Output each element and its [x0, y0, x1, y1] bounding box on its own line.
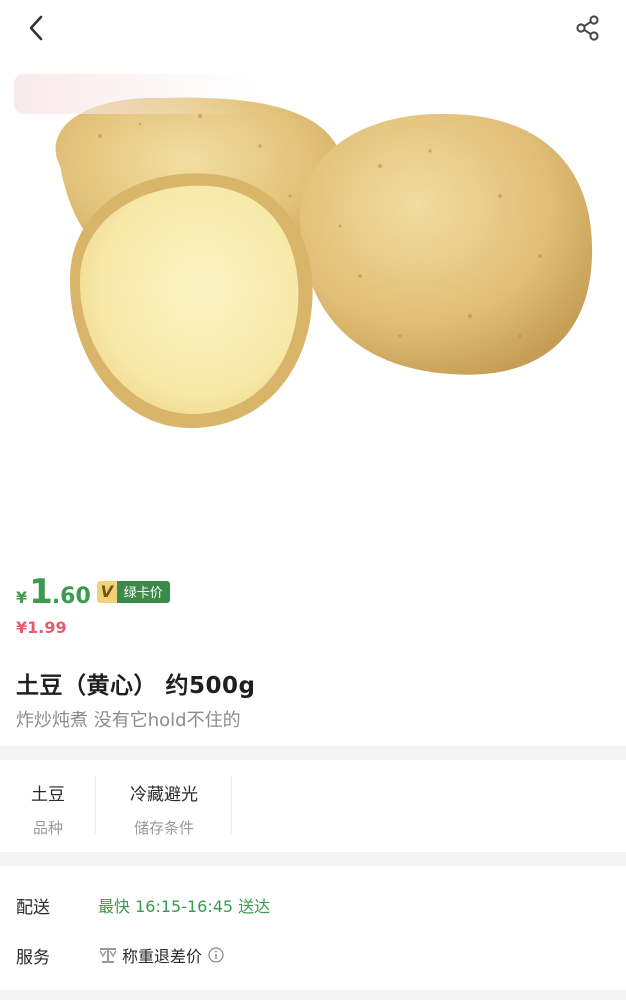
- delivery-label: 配送: [16, 897, 50, 918]
- section-divider: [0, 746, 626, 760]
- badge-label: 绿卡价: [116, 580, 170, 603]
- chevron-left-icon: [29, 15, 43, 41]
- vip-icon: V: [96, 580, 117, 603]
- attribute-storage: 冷藏避光 储存条件: [96, 760, 232, 852]
- product-attributes: 土豆 品种 冷藏避光 储存条件: [0, 760, 626, 852]
- section-divider: [0, 990, 626, 1000]
- service-text: 称重退差价: [122, 947, 203, 966]
- price-decimal: .60: [51, 584, 91, 609]
- attribute-value: 土豆: [31, 785, 65, 805]
- service-label: 服务: [16, 947, 50, 968]
- back-button[interactable]: [20, 10, 52, 46]
- attribute-key: 品种: [32, 819, 63, 837]
- delivery-row[interactable]: 配送 最快 16:15-16:45 送达: [16, 888, 616, 922]
- product-title: 土豆（黄心） 约500g: [16, 673, 256, 699]
- attribute-variety: 土豆 品种: [0, 760, 96, 852]
- attribute-key: 储存条件: [133, 819, 194, 837]
- member-price-badge: V 绿卡价: [96, 580, 170, 603]
- price-block: ¥ 1 .60 V 绿卡价 ¥1.99: [16, 572, 616, 637]
- top-bar: [0, 0, 626, 56]
- member-price: ¥ 1 .60 V 绿卡价: [16, 572, 616, 616]
- info-icon[interactable]: [208, 947, 224, 963]
- delivery-time: 最快 16:15-16:45 送达: [98, 897, 271, 916]
- image-haze: [14, 74, 254, 114]
- scale-icon: [98, 945, 118, 965]
- attribute-separator: [231, 776, 232, 834]
- share-button[interactable]: [570, 10, 606, 46]
- currency-symbol: ¥: [16, 588, 28, 607]
- product-image[interactable]: [0, 56, 626, 566]
- attribute-value: 冷藏避光: [130, 785, 198, 805]
- share-icon: [576, 15, 599, 41]
- price-integer: 1: [29, 572, 53, 612]
- original-price: ¥1.99: [16, 618, 67, 637]
- potato-illustration: [55, 97, 593, 428]
- service-row[interactable]: 服务 称重退差价: [16, 938, 616, 972]
- product-subtitle: 炸炒炖煮 没有它hold不住的: [16, 710, 241, 731]
- section-divider: [0, 852, 626, 866]
